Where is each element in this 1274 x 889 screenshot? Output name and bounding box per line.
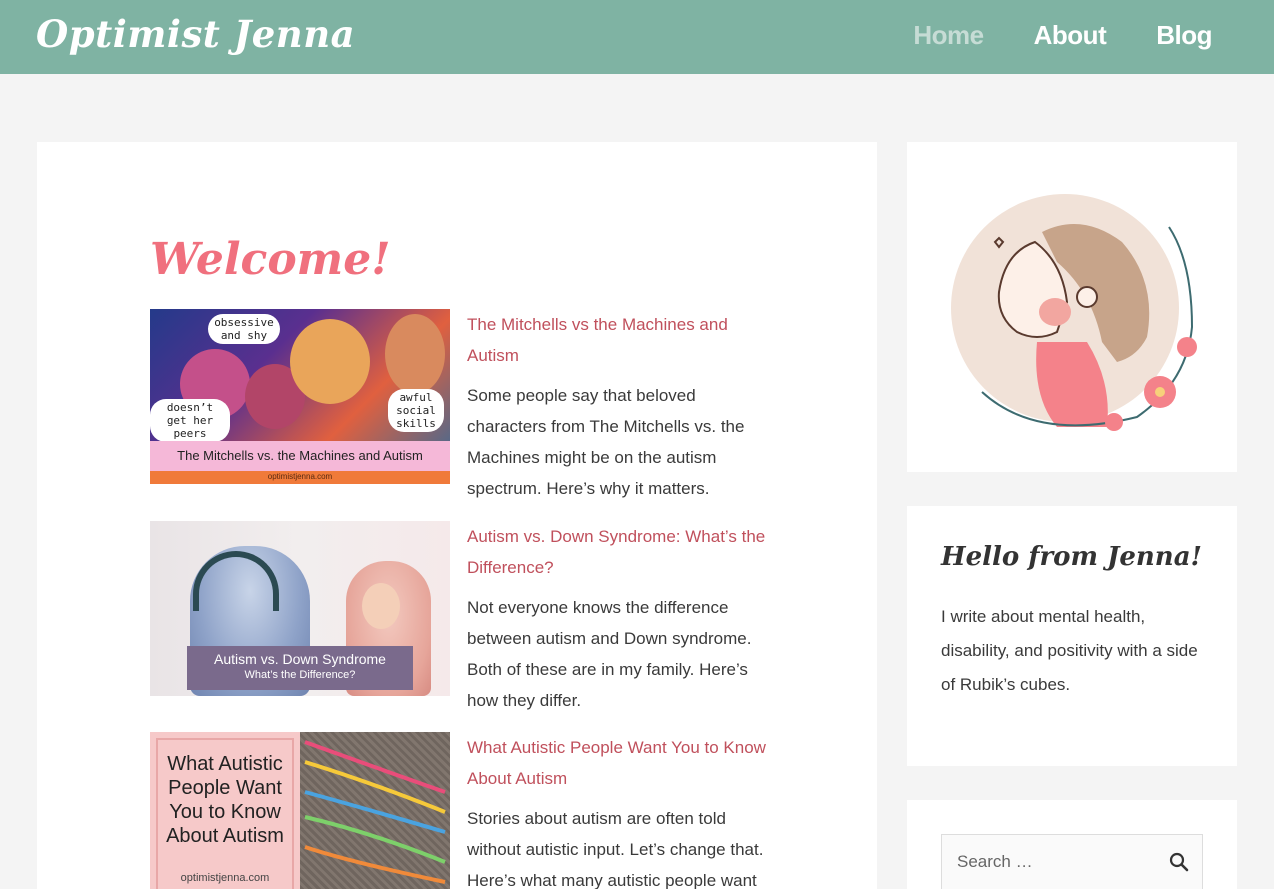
thumbnail-caption: The Mitchells vs. the Machines and Autis… xyxy=(177,448,423,463)
post-title-link[interactable]: What Autistic People Want You to Know Ab… xyxy=(467,732,767,794)
thumbnail-subcaption: What’s the Difference? xyxy=(244,669,356,681)
search-input[interactable] xyxy=(942,835,1162,889)
speech-bubble: awful social skills xyxy=(388,389,444,432)
thumbnail-headline: What Autistic People Want You to Know Ab… xyxy=(166,753,284,847)
widget-text: I write about mental health, disability,… xyxy=(941,607,1198,694)
character-face xyxy=(385,314,445,394)
search-icon[interactable] xyxy=(1168,851,1190,873)
nav-home[interactable]: Home xyxy=(913,20,984,51)
thumbnail-domain: optimistjenna.com xyxy=(267,472,333,481)
thumbnail-caption: Autism vs. Down Syndrome xyxy=(214,651,386,667)
about-widget: Hello from Jenna! I write about mental h… xyxy=(907,506,1237,766)
post-body: Autism vs. Down Syndrome: What’s the Dif… xyxy=(467,521,767,716)
page-title: Welcome! xyxy=(150,234,391,285)
site-header: Optimist Jenna Home About Blog xyxy=(0,0,1274,74)
main-content: Welcome! obsessive and shy doesn’t get h… xyxy=(37,142,877,889)
search-widget xyxy=(907,800,1237,889)
thumbnail-domain: optimistjenna.com xyxy=(180,872,270,884)
speech-bubble: doesn’t get her peers xyxy=(150,399,230,442)
speech-bubble: obsessive and shy xyxy=(208,314,280,344)
post-title-link[interactable]: Autism vs. Down Syndrome: What’s the Dif… xyxy=(467,521,767,583)
post-excerpt: Some people say that beloved characters … xyxy=(467,386,745,498)
avatar xyxy=(951,194,1197,431)
nav-blog[interactable]: Blog xyxy=(1156,20,1212,51)
site-title[interactable]: Optimist Jenna xyxy=(36,12,355,56)
post-body: What Autistic People Want You to Know Ab… xyxy=(467,732,767,889)
post-title-link[interactable]: The Mitchells vs the Machines and Autism xyxy=(467,309,767,371)
character-face xyxy=(290,319,370,404)
post-thumbnail[interactable]: Autism vs. Down Syndrome What’s the Diff… xyxy=(150,521,450,696)
post-excerpt: Not everyone knows the difference betwee… xyxy=(467,598,752,710)
main-nav: Home About Blog xyxy=(913,20,1212,51)
avatar-widget xyxy=(907,142,1237,472)
post-thumbnail[interactable]: What Autistic People Want You to Know Ab… xyxy=(150,732,450,889)
post-body: The Mitchells vs the Machines and Autism… xyxy=(467,309,767,504)
widget-title: Hello from Jenna! xyxy=(941,542,1202,572)
paperclips-illustration xyxy=(304,740,446,884)
search-form xyxy=(941,834,1203,889)
person-face xyxy=(362,583,400,629)
nav-about[interactable]: About xyxy=(1034,20,1107,51)
post-excerpt: Stories about autism are often told with… xyxy=(467,809,764,889)
paperclip-photo xyxy=(300,732,450,889)
post-thumbnail[interactable]: obsessive and shy doesn’t get her peers … xyxy=(150,309,450,484)
